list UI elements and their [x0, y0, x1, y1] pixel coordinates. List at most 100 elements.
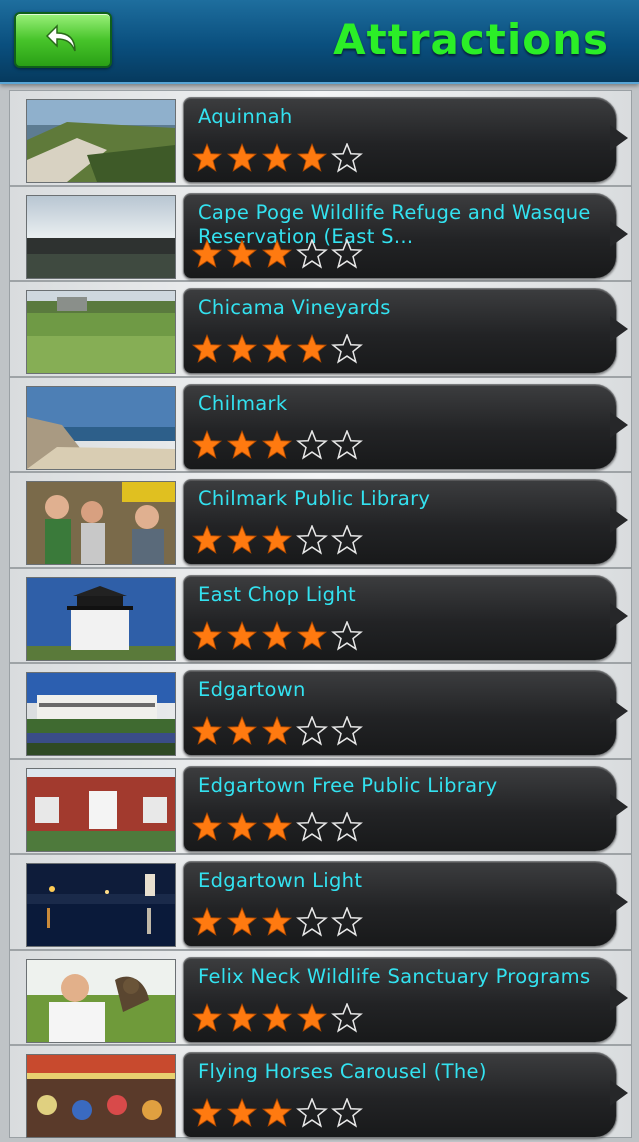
chevron-right-icon: [610, 411, 628, 438]
attraction-thumbnail: [26, 385, 176, 470]
star-filled-icon: [226, 525, 258, 554]
attraction-row[interactable]: Chicama Vineyards: [10, 282, 631, 378]
attraction-name: Flying Horses Carousel (The): [198, 1060, 487, 1083]
star-filled-icon: [226, 811, 258, 841]
star-empty-icon: [296, 429, 328, 460]
attraction-row[interactable]: Flying Horses Carousel (The): [10, 1046, 631, 1142]
attraction-name: East Chop Light: [198, 582, 356, 606]
attraction-row[interactable]: Edgartown Light: [10, 855, 631, 951]
star-filled-icon: [226, 1098, 258, 1127]
star-filled-icon: [191, 238, 223, 268]
star-filled-icon: [261, 811, 293, 841]
star-filled-icon: [191, 907, 223, 936]
star-empty-icon: [296, 238, 328, 269]
star-filled-icon: [226, 907, 258, 936]
attraction-row[interactable]: Edgartown Free Public Library: [10, 760, 631, 855]
attraction-row[interactable]: Felix Neck Wildlife Sanctuary Programs: [10, 951, 631, 1046]
star-empty-icon: [331, 1002, 363, 1033]
attraction-thumbnail: [26, 194, 176, 279]
star-filled-icon: [191, 525, 223, 554]
back-button[interactable]: [14, 12, 112, 68]
star-filled-icon: [261, 429, 293, 459]
star-filled-icon: [191, 811, 223, 841]
attraction-row[interactable]: East Chop Light: [10, 569, 631, 664]
star-filled-icon: [296, 620, 328, 650]
star-rating: [191, 620, 366, 651]
attraction-row[interactable]: Chilmark: [10, 378, 631, 473]
chevron-right-icon: [610, 602, 628, 629]
star-filled-icon: [226, 334, 258, 363]
star-empty-icon: [296, 1098, 328, 1128]
star-filled-icon: [191, 620, 223, 650]
attraction-thumbnail: [26, 290, 176, 374]
star-empty-icon: [331, 238, 363, 269]
star-filled-icon: [296, 334, 328, 363]
star-empty-icon: [331, 334, 363, 364]
attractions-list[interactable]: Aquinnah Cape Poge Wildlife Refuge and W…: [9, 90, 632, 1138]
chevron-right-icon: [610, 316, 628, 342]
attraction-name: Edgartown Free Public Library: [198, 773, 498, 797]
attraction-row[interactable]: Aquinnah: [10, 91, 631, 187]
star-filled-icon: [226, 238, 258, 268]
attraction-name: Edgartown Light: [198, 869, 363, 892]
chevron-right-icon: [610, 889, 628, 915]
star-filled-icon: [261, 1098, 293, 1127]
attraction-thumbnail: [26, 576, 176, 661]
star-filled-icon: [261, 143, 293, 172]
attraction-thumbnail: [26, 481, 176, 565]
star-empty-icon: [296, 525, 328, 555]
star-rating: [191, 525, 366, 555]
chevron-right-icon: [610, 698, 628, 724]
attraction-thumbnail: [26, 1054, 176, 1138]
page-title: Attractions: [333, 15, 609, 64]
star-rating: [191, 334, 366, 364]
star-rating: [191, 143, 366, 173]
star-rating: [191, 716, 366, 746]
star-filled-icon: [261, 525, 293, 554]
star-empty-icon: [331, 716, 363, 746]
star-rating: [191, 811, 366, 842]
star-empty-icon: [331, 1098, 363, 1128]
star-filled-icon: [261, 238, 293, 268]
attraction-thumbnail: [26, 958, 176, 1043]
star-empty-icon: [331, 811, 363, 842]
attraction-thumbnail: [26, 767, 176, 852]
star-rating: [191, 1002, 366, 1033]
star-filled-icon: [191, 1002, 223, 1032]
top-bar: Attractions: [0, 0, 639, 84]
star-filled-icon: [226, 1002, 258, 1032]
star-filled-icon: [226, 429, 258, 459]
star-empty-icon: [296, 907, 328, 937]
back-arrow-icon: [45, 24, 76, 52]
attraction-row[interactable]: Edgartown: [10, 664, 631, 760]
star-rating: [191, 1098, 366, 1128]
attraction-row[interactable]: Chilmark Public Library: [10, 473, 631, 569]
star-filled-icon: [261, 907, 293, 936]
star-filled-icon: [191, 429, 223, 459]
star-filled-icon: [226, 620, 258, 650]
attraction-thumbnail: [26, 99, 176, 183]
star-filled-icon: [226, 716, 258, 745]
star-filled-icon: [191, 143, 223, 172]
star-empty-icon: [331, 525, 363, 555]
star-filled-icon: [191, 716, 223, 745]
star-filled-icon: [296, 1002, 328, 1032]
attraction-thumbnail: [26, 863, 176, 947]
star-filled-icon: [226, 143, 258, 172]
star-empty-icon: [296, 716, 328, 746]
star-empty-icon: [331, 907, 363, 937]
attraction-name: Chilmark: [198, 391, 288, 415]
star-rating: [191, 429, 366, 460]
star-filled-icon: [191, 334, 223, 363]
star-filled-icon: [261, 716, 293, 745]
star-filled-icon: [191, 1098, 223, 1127]
star-rating: [191, 907, 366, 937]
attraction-name: Edgartown: [198, 678, 306, 701]
attraction-name: Felix Neck Wildlife Sanctuary Programs: [198, 964, 591, 988]
star-empty-icon: [331, 429, 363, 460]
attraction-name: Chicama Vineyards: [198, 296, 391, 319]
attraction-row[interactable]: Cape Poge Wildlife Refuge and Wasque Res…: [10, 187, 631, 282]
star-filled-icon: [296, 143, 328, 172]
chevron-right-icon: [610, 984, 628, 1011]
attraction-name: Chilmark Public Library: [198, 487, 431, 510]
